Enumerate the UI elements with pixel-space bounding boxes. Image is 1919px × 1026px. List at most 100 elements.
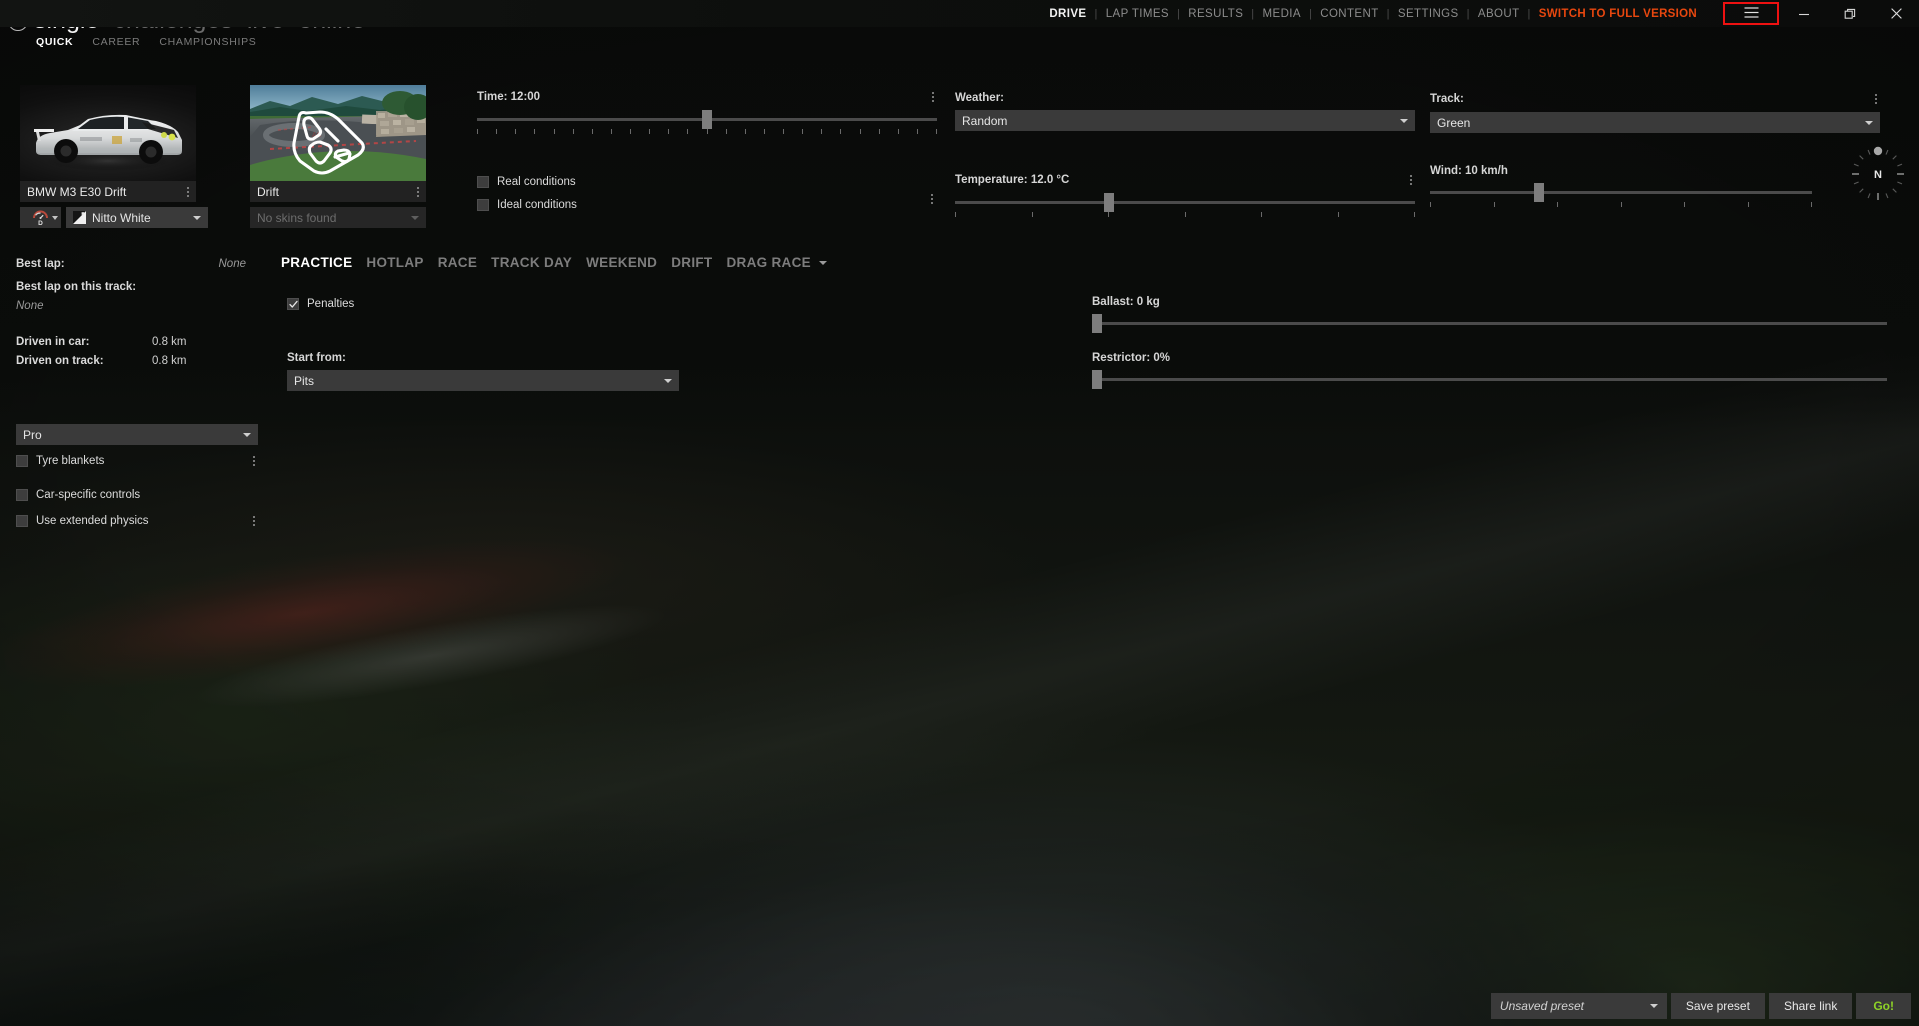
topnav-item-about[interactable]: ABOUT	[1470, 8, 1528, 20]
session-tab-practice[interactable]: PRACTICE	[281, 255, 352, 270]
best-lap-track-value-row: None	[16, 300, 246, 312]
restrictor-slider[interactable]	[1092, 370, 1887, 389]
penalties-label[interactable]: Penalties	[307, 298, 354, 310]
best-lap-value: None	[218, 258, 247, 270]
conditions-more-menu-icon[interactable]	[928, 192, 936, 206]
drivetrain-caret-icon	[52, 215, 58, 220]
session-type-tabs: PRACTICE HOTLAP RACE TRACK DAY WEEKEND D…	[281, 255, 827, 270]
penalties-checkbox[interactable]	[287, 298, 299, 310]
topnav-item-lap-times[interactable]: LAP TIMES	[1098, 8, 1177, 20]
wind-slider[interactable]	[1430, 183, 1812, 202]
sub-tab-quick[interactable]: QUICK	[36, 36, 73, 48]
top-navigation: DRIVE | LAP TIMES | RESULTS | MEDIA | CO…	[1041, 4, 1705, 24]
car-preview-image[interactable]	[20, 85, 196, 181]
temperature-slider-ticks	[955, 212, 1415, 219]
share-link-button[interactable]: Share link	[1768, 993, 1853, 1019]
sub-tab-championships[interactable]: CHAMPIONSHIPS	[159, 36, 256, 48]
track-skin-select[interactable]: No skins found	[250, 207, 426, 228]
extended-physics-row: Use extended physics	[16, 514, 258, 528]
start-from-select[interactable]: Pits	[287, 370, 679, 391]
track-panel: AC Drift No skins found	[250, 85, 426, 228]
car-specific-controls-checkbox[interactable]	[16, 489, 28, 501]
wind-slider-thumb[interactable]	[1534, 183, 1545, 202]
track-preview-image[interactable]: AC	[250, 85, 426, 181]
tyre-blankets-more-menu-icon[interactable]	[250, 454, 258, 468]
track-condition-block: Track: Green	[1430, 92, 1880, 133]
topnav-item-content[interactable]: CONTENT	[1312, 8, 1386, 20]
restore-button[interactable]	[1827, 0, 1873, 27]
topnav-item-settings[interactable]: SETTINGS	[1390, 8, 1467, 20]
time-slider[interactable]	[477, 110, 937, 129]
temperature-more-menu-icon[interactable]	[1407, 173, 1415, 187]
real-conditions-checkbox[interactable]	[477, 176, 489, 188]
extended-physics-checkbox[interactable]	[16, 515, 28, 527]
ideal-conditions-label[interactable]: Ideal conditions	[497, 199, 577, 211]
ballast-slider[interactable]	[1092, 314, 1887, 333]
ballast-slider-thumb[interactable]	[1092, 314, 1102, 333]
best-lap-track-value: None	[16, 300, 44, 312]
tyre-blankets-label[interactable]: Tyre blankets	[36, 455, 104, 467]
ideal-conditions-checkbox[interactable]	[477, 199, 489, 211]
app-window: DRIVE | LAP TIMES | RESULTS | MEDIA | CO…	[0, 0, 1919, 1026]
hamburger-menu-button[interactable]	[1723, 2, 1779, 25]
car-name: BMW M3 E30 Drift	[27, 184, 127, 199]
minimize-button[interactable]	[1781, 0, 1827, 27]
wind-direction-compass[interactable]: N	[1847, 143, 1909, 205]
close-button[interactable]	[1873, 0, 1919, 27]
best-lap-label: Best lap:	[16, 258, 65, 270]
bottom-action-bar: Unsaved preset Save preset Share link Go…	[1490, 993, 1911, 1019]
weather-label: Weather:	[955, 92, 1004, 104]
driven-on-track-label: Driven on track:	[16, 355, 104, 367]
car-specific-controls-label[interactable]: Car-specific controls	[36, 489, 140, 501]
track-condition-select[interactable]: Green	[1430, 112, 1880, 133]
tyre-blankets-row: Tyre blankets	[16, 454, 258, 468]
real-conditions-row: Real conditions	[477, 176, 937, 188]
real-conditions-label[interactable]: Real conditions	[497, 176, 576, 188]
assists-preset-value: Pro	[23, 427, 42, 442]
time-more-menu-icon[interactable]	[929, 90, 937, 104]
session-tab-drift[interactable]: DRIFT	[671, 255, 712, 270]
topnav-item-drive[interactable]: DRIVE	[1041, 8, 1094, 20]
chevron-down-icon	[193, 215, 201, 220]
car-more-menu-icon[interactable]	[184, 185, 192, 199]
go-button[interactable]: Go!	[1856, 993, 1911, 1019]
extended-physics-more-menu-icon[interactable]	[250, 514, 258, 528]
track-name: Drift	[257, 184, 279, 199]
temperature-slider-thumb[interactable]	[1103, 193, 1114, 212]
session-tab-race[interactable]: RACE	[438, 255, 477, 270]
time-slider-thumb[interactable]	[702, 110, 712, 129]
extended-physics-label[interactable]: Use extended physics	[36, 515, 149, 527]
session-tab-drag-race[interactable]: DRAG RACE	[726, 255, 810, 270]
chevron-down-icon	[411, 215, 419, 220]
window-controls	[1781, 0, 1919, 27]
topnav-item-results[interactable]: RESULTS	[1180, 8, 1251, 20]
wind-label: Wind: 10 km/h	[1430, 165, 1508, 177]
driven-in-car-value: 0.8 km	[152, 336, 187, 348]
assists-preset-select[interactable]: Pro	[16, 424, 258, 445]
topnav-item-media[interactable]: MEDIA	[1255, 8, 1309, 20]
weather-select[interactable]: Random	[955, 110, 1415, 131]
switch-to-full-version-link[interactable]: SWITCH TO FULL VERSION	[1531, 8, 1705, 20]
drivetrain-badge-button[interactable]: D	[20, 207, 61, 228]
preset-select[interactable]: Unsaved preset	[1490, 993, 1667, 1019]
track-condition-more-menu-icon[interactable]	[1872, 92, 1880, 106]
session-tabs-overflow-chevron-down-icon[interactable]	[818, 260, 827, 265]
session-tab-hotlap[interactable]: HOTLAP	[366, 255, 423, 270]
penalties-row: Penalties	[287, 298, 354, 310]
restrictor-slider-thumb[interactable]	[1092, 370, 1102, 389]
best-lap-row: Best lap: None	[16, 258, 246, 270]
car-panel: BMW M3 E30 Drift D Nitto White	[20, 85, 208, 228]
wind-slider-track	[1430, 191, 1812, 194]
ballast-label: Ballast: 0 kg	[1092, 296, 1160, 308]
track-name-bar: Drift	[250, 181, 426, 202]
track-more-menu-icon[interactable]	[414, 185, 422, 199]
session-tab-weekend[interactable]: WEEKEND	[586, 255, 657, 270]
session-tab-track-day[interactable]: TRACK DAY	[491, 255, 572, 270]
temperature-slider[interactable]	[955, 193, 1415, 212]
sub-tab-career[interactable]: CAREER	[92, 36, 140, 48]
sub-tabs: QUICK CAREER CHAMPIONSHIPS	[36, 36, 257, 48]
tyre-blankets-checkbox[interactable]	[16, 455, 28, 467]
save-preset-button[interactable]: Save preset	[1670, 993, 1765, 1019]
weather-value: Random	[962, 113, 1008, 128]
car-skin-select[interactable]: Nitto White	[66, 207, 208, 228]
